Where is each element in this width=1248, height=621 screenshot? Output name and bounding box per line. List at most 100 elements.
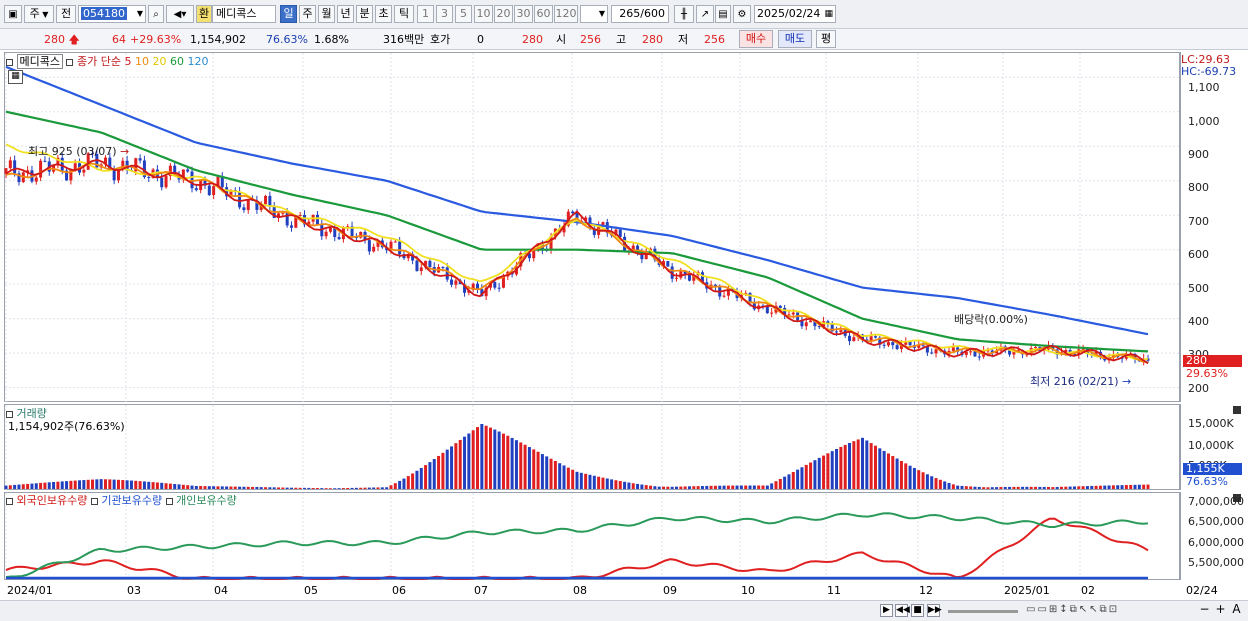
search-icon: ⌕ bbox=[153, 9, 159, 20]
legend-marker bbox=[165, 497, 173, 505]
holding-legend: 외국인보유수량 기관보유수량 개인보유수량 bbox=[6, 492, 237, 508]
x-axis-label: 04 bbox=[214, 584, 228, 597]
preset-5[interactable]: 5 bbox=[455, 5, 472, 23]
chevron-down-icon: ▼ bbox=[39, 10, 49, 19]
legend-stock-name[interactable]: 메디콕스 bbox=[16, 54, 63, 69]
search-button[interactable]: ⌕ bbox=[148, 5, 164, 23]
settings-button[interactable]: ⚙ bbox=[733, 5, 751, 23]
line-chart-icon: ↗ bbox=[700, 9, 710, 20]
stop-button[interactable]: ■ bbox=[911, 604, 924, 617]
prev-button[interactable]: 전 bbox=[56, 5, 76, 23]
legend-foreign[interactable]: 외국인보유수량 bbox=[17, 494, 88, 507]
holding-tick: 6,500,000 bbox=[1188, 515, 1244, 528]
stock-name-field[interactable]: 메디콕스 bbox=[212, 5, 276, 23]
quote-bar: 280 🡅 64 +29.63% 1,154,902 76.63% 1.68% … bbox=[0, 29, 1248, 50]
legend-marker bbox=[6, 497, 13, 505]
up-arrow-icon: 🡅 bbox=[68, 33, 80, 46]
window-layout-button[interactable]: ▣ bbox=[4, 5, 22, 23]
zoom-slider[interactable] bbox=[948, 610, 1018, 613]
tab-weekly[interactable]: 주 bbox=[299, 5, 316, 23]
high-price: 280 bbox=[642, 33, 663, 46]
holding-tick: 5,500,000 bbox=[1188, 556, 1244, 569]
legend-ma120[interactable]: 120 bbox=[187, 55, 208, 68]
preset-60[interactable]: 60 bbox=[534, 5, 553, 23]
x-axis-label: 2024/01 bbox=[7, 584, 53, 597]
indicator-button[interactable]: ↗ bbox=[696, 5, 714, 23]
chart-toolbar: ▣ 주 ▼ 전 054180 ▼ ⌕ ◀▾ 환 메디콕스 일 주 월 년 분 초 … bbox=[0, 0, 1248, 29]
legend-ma5[interactable]: 5 bbox=[124, 55, 131, 68]
zoom-in-button[interactable]: + bbox=[1214, 603, 1227, 617]
tab-minute[interactable]: 분 bbox=[356, 5, 373, 23]
legend-individual[interactable]: 개인보유수량 bbox=[176, 494, 237, 507]
price-panel[interactable] bbox=[4, 52, 1180, 402]
x-axis-label: 08 bbox=[573, 584, 587, 597]
dividend-annotation: 배당락(0.00%) bbox=[954, 313, 1028, 326]
rewind-icon: ◀◀ bbox=[896, 605, 910, 615]
arrow-right-icon: → bbox=[1122, 375, 1132, 388]
candle-type-button[interactable]: ╫ bbox=[674, 5, 694, 23]
x-axis-label: 07 bbox=[474, 584, 488, 597]
preset-30[interactable]: 30 bbox=[514, 5, 533, 23]
stock-code-input[interactable]: 054180 ▼ bbox=[78, 5, 146, 23]
tab-daily[interactable]: 일 bbox=[280, 5, 297, 23]
open-label: 시 bbox=[556, 33, 567, 46]
x-axis-label: 06 bbox=[392, 584, 406, 597]
volume-tick: 10,000K bbox=[1188, 439, 1234, 452]
hoga-value: 0 bbox=[477, 33, 484, 46]
data-count-field[interactable]: 265/600 bbox=[611, 5, 669, 23]
legend-ma10[interactable]: 10 bbox=[135, 55, 149, 68]
save-button[interactable]: ▤ bbox=[715, 5, 731, 23]
scroll-end-button[interactable]: ▶▶ bbox=[927, 604, 942, 617]
tab-second[interactable]: 초 bbox=[375, 5, 392, 23]
sell-button[interactable]: 매도 bbox=[778, 30, 812, 48]
preset-20[interactable]: 20 bbox=[494, 5, 513, 23]
custom-period-dropdown[interactable]: ▼ bbox=[580, 5, 608, 23]
buy-button[interactable]: 매수 bbox=[739, 30, 773, 48]
price-tick: 1,100 bbox=[1188, 81, 1220, 94]
legend-ma-label[interactable]: 종가 단순 bbox=[77, 55, 121, 68]
volume-value: 1,154,902 bbox=[190, 33, 246, 46]
chart-scrollbar: ▶ ◀◀ ■ ▶▶ ▭▭⊞↕⧉↖↖⧉⊡ − + A bbox=[0, 600, 1248, 621]
tab-monthly[interactable]: 월 bbox=[318, 5, 335, 23]
price-tick: 700 bbox=[1188, 215, 1209, 228]
legend-ma60[interactable]: 60 bbox=[170, 55, 184, 68]
volume-current-pct: 76.63% bbox=[1186, 475, 1228, 488]
hc-label: HC:-69.73 bbox=[1181, 65, 1237, 78]
tab-tick[interactable]: 틱 bbox=[394, 5, 414, 23]
legend-institution[interactable]: 기관보유수량 bbox=[101, 494, 162, 507]
scroll-start-button[interactable]: ◀◀ bbox=[895, 604, 910, 617]
layout-icon: ▣ bbox=[8, 9, 18, 20]
table-view-button[interactable]: ▦ bbox=[8, 70, 23, 84]
date-input[interactable]: 2025/02/24 ▦ bbox=[754, 5, 836, 23]
play-icon: ▶ bbox=[883, 605, 890, 615]
scroll-right-button[interactable]: ▶ bbox=[880, 604, 893, 617]
drawing-tools[interactable]: ▭▭⊞↕⧉↖↖⧉⊡ bbox=[1026, 604, 1156, 618]
sound-button[interactable]: ◀▾ bbox=[166, 5, 194, 23]
evaluate-button[interactable]: 평 bbox=[816, 30, 836, 48]
period-toggle-dropdown[interactable]: 주 ▼ bbox=[24, 5, 54, 23]
current-pct-tag: 29.63% bbox=[1186, 367, 1228, 380]
legend-marker bbox=[6, 410, 13, 418]
tab-yearly[interactable]: 년 bbox=[337, 5, 354, 23]
volume-panel[interactable] bbox=[4, 404, 1180, 490]
preset-1[interactable]: 1 bbox=[417, 5, 434, 23]
trade-amount: 316백만 bbox=[383, 33, 425, 46]
preset-3[interactable]: 3 bbox=[436, 5, 453, 23]
currency-button[interactable]: 환 bbox=[196, 5, 212, 23]
zoom-out-button[interactable]: − bbox=[1198, 603, 1211, 617]
auto-scale-button[interactable]: A bbox=[1230, 603, 1243, 617]
x-axis-label: 11 bbox=[827, 584, 841, 597]
volume-current-text: 1,154,902주(76.63%) bbox=[8, 420, 125, 433]
turnover-pct: 1.68% bbox=[314, 33, 349, 46]
volume-current-tag: 1,155K bbox=[1183, 463, 1242, 475]
price-tick: 800 bbox=[1188, 181, 1209, 194]
preset-10[interactable]: 10 bbox=[474, 5, 493, 23]
current-price: 280 🡅 bbox=[44, 33, 80, 46]
price-tick: 1,000 bbox=[1188, 115, 1220, 128]
gear-icon: ⚙ bbox=[737, 9, 747, 20]
hoga-price: 280 bbox=[522, 33, 543, 46]
legend-ma20[interactable]: 20 bbox=[152, 55, 166, 68]
panel-close-icon[interactable] bbox=[1233, 406, 1241, 414]
preset-120[interactable]: 120 bbox=[554, 5, 578, 23]
speaker-icon: ◀▾ bbox=[173, 9, 187, 20]
